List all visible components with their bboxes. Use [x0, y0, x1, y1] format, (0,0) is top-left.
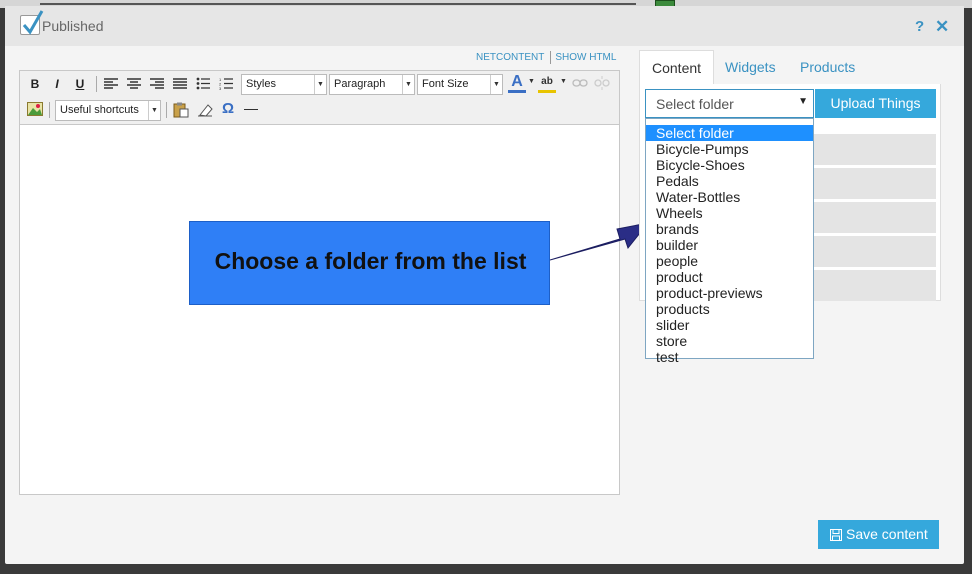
folder-select-value: Select folder: [656, 96, 734, 112]
svg-text:3: 3: [219, 86, 222, 90]
bold-icon[interactable]: B: [26, 75, 44, 93]
italic-icon[interactable]: I: [48, 75, 66, 93]
netcontent-link[interactable]: NETCONTENT: [476, 52, 544, 63]
numbered-list-icon[interactable]: 123: [219, 77, 233, 90]
folder-option[interactable]: Water-Bottles: [646, 189, 813, 205]
save-content-button[interactable]: Save content: [818, 520, 939, 549]
align-right-icon[interactable]: [150, 78, 164, 90]
align-center-icon[interactable]: [127, 78, 141, 90]
tab-widgets-label: Widgets: [725, 59, 776, 75]
background-divider: [40, 3, 636, 5]
tab-widgets[interactable]: Widgets: [725, 50, 790, 84]
floppy-disk-icon: [830, 529, 842, 541]
paste-icon[interactable]: [173, 102, 189, 118]
upload-things-button[interactable]: Upload Things: [815, 89, 936, 118]
published-checkbox[interactable]: [20, 10, 44, 35]
font-color-icon[interactable]: A: [508, 73, 526, 93]
close-icon[interactable]: ✕: [935, 17, 949, 37]
unlink-icon[interactable]: [594, 76, 610, 90]
folder-option[interactable]: slider: [646, 317, 813, 333]
toolbar-separator: [166, 102, 167, 118]
underline-icon[interactable]: U: [71, 75, 89, 93]
folder-option[interactable]: people: [646, 253, 813, 269]
folder-select[interactable]: Select folder ▼: [645, 89, 814, 118]
folder-option[interactable]: builder: [646, 237, 813, 253]
chevron-down-icon: ▼: [148, 101, 160, 120]
link-separator: [550, 51, 552, 64]
eraser-icon[interactable]: [197, 103, 213, 117]
chevron-down-icon: ▼: [314, 75, 326, 94]
show-html-link[interactable]: SHOW HTML: [555, 52, 616, 63]
tab-content[interactable]: Content: [639, 50, 714, 84]
styles-select-label: Styles: [246, 78, 276, 90]
image-icon[interactable]: [27, 102, 43, 116]
folder-option[interactable]: store: [646, 333, 813, 349]
side-panel-tabs: Content Widgets Products: [639, 50, 941, 84]
paragraph-select[interactable]: Paragraph ▼: [329, 74, 415, 95]
save-content-label: Save content: [846, 526, 928, 542]
tab-content-label: Content: [652, 60, 702, 76]
chevron-down-icon: ▼: [490, 75, 502, 94]
bullet-list-icon[interactable]: [196, 77, 210, 90]
folder-option[interactable]: product: [646, 269, 813, 285]
toolbar-separator: [96, 76, 97, 92]
folder-option[interactable]: test: [646, 349, 813, 365]
tab-products-label: Products: [800, 59, 856, 75]
instruction-callout: Choose a folder from the list: [189, 221, 550, 305]
chevron-down-icon[interactable]: ▼: [560, 78, 567, 85]
folder-option[interactable]: Bicycle-Pumps: [646, 141, 813, 157]
editor-toolbar: B I U 123 Styles ▼ Paragraph ▼ Font Size ▼ …: [20, 71, 619, 125]
align-justify-icon[interactable]: [173, 78, 187, 90]
modal-header: Published ? ✕: [5, 6, 964, 46]
folder-option[interactable]: Pedals: [646, 173, 813, 189]
folder-option[interactable]: product-previews: [646, 285, 813, 301]
styles-select[interactable]: Styles ▼: [241, 74, 327, 95]
chevron-down-icon[interactable]: ▼: [528, 78, 535, 85]
font-size-select-label: Font Size: [422, 78, 469, 90]
highlight-icon[interactable]: ab: [538, 73, 556, 93]
published-label: Published: [42, 18, 104, 34]
folder-dropdown-list: Select folder Bicycle-Pumps Bicycle-Shoe…: [645, 118, 814, 365]
align-left-icon[interactable]: [104, 78, 118, 90]
help-icon[interactable]: ?: [915, 18, 924, 35]
shortcuts-select-label: Useful shortcuts: [60, 104, 139, 116]
chevron-down-icon: ▼: [798, 96, 808, 107]
horizontal-rule-icon[interactable]: —: [242, 99, 260, 117]
folder-option[interactable]: products: [646, 301, 813, 317]
folder-option[interactable]: brands: [646, 221, 813, 237]
folder-option[interactable]: Select folder: [646, 125, 813, 141]
special-char-icon[interactable]: Ω: [219, 100, 237, 118]
rich-text-editor[interactable]: B I U 123 Styles ▼ Paragraph ▼ Font Size ▼ …: [19, 70, 650, 495]
shortcuts-select[interactable]: Useful shortcuts ▼: [55, 100, 161, 121]
toolbar-separator: [49, 102, 50, 118]
checkmark-icon: [22, 10, 44, 35]
folder-option[interactable]: Wheels: [646, 205, 813, 221]
tab-products[interactable]: Products: [800, 50, 870, 84]
font-size-select[interactable]: Font Size ▼: [417, 74, 503, 95]
editor-mode-links: NETCONTENT SHOW HTML: [476, 51, 616, 64]
chevron-down-icon: ▼: [402, 75, 414, 94]
folder-option[interactable]: Bicycle-Shoes: [646, 157, 813, 173]
instruction-callout-text: Choose a folder from the list: [214, 248, 527, 274]
paragraph-select-label: Paragraph: [334, 78, 386, 90]
link-icon[interactable]: [572, 78, 588, 88]
